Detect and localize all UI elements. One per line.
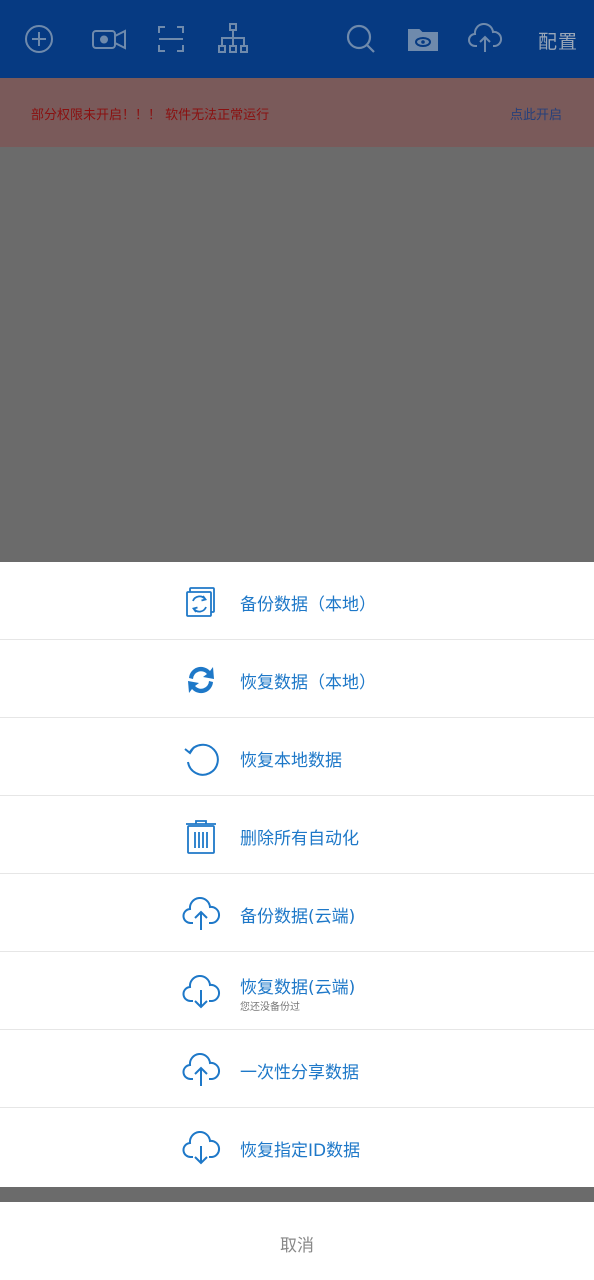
restore-local-item[interactable]: 恢复数据（本地）	[0, 640, 594, 718]
item-label: 恢复数据（本地）	[240, 673, 376, 693]
refresh-arrows-icon	[181, 660, 221, 700]
trash-icon	[181, 816, 221, 856]
cloud-upload-icon[interactable]	[466, 20, 504, 58]
item-label: 删除所有自动化	[240, 829, 359, 849]
restore-local-data-item[interactable]: 恢复本地数据	[0, 718, 594, 796]
action-sheet: 备份数据（本地） 恢复数据（本地） 恢复本地数据 删除所有自动化 备份数据(云端…	[0, 562, 594, 1187]
top-toolbar: 配置	[0, 0, 594, 78]
undo-circle-icon	[181, 738, 221, 778]
backup-sync-icon	[181, 582, 221, 622]
cloud-download-icon	[181, 972, 221, 1012]
item-label: 恢复本地数据	[240, 751, 342, 771]
restore-by-id-item[interactable]: 恢复指定ID数据	[0, 1108, 594, 1186]
config-button[interactable]: 配置	[538, 27, 578, 54]
item-label: 备份数据（本地）	[240, 595, 376, 615]
item-label: 一次性分享数据	[240, 1063, 359, 1083]
cloud-upload-icon	[181, 894, 221, 934]
cancel-label: 取消	[280, 1236, 314, 1256]
search-icon[interactable]	[342, 20, 380, 58]
backup-cloud-item[interactable]: 备份数据(云端)	[0, 874, 594, 952]
video-camera-icon[interactable]	[90, 20, 128, 58]
hierarchy-icon[interactable]	[214, 20, 252, 58]
permission-warning-banner: 部分权限未开启！！！ 软件无法正常运行 点此开启	[0, 78, 594, 147]
item-label: 备份数据(云端)	[240, 907, 356, 927]
cloud-upload-icon	[181, 1050, 221, 1090]
item-sublabel: 您还没备份过	[240, 1002, 300, 1013]
share-once-item[interactable]: 一次性分享数据	[0, 1030, 594, 1108]
restore-cloud-item[interactable]: 恢复数据(云端) 您还没备份过	[0, 952, 594, 1030]
backup-local-item[interactable]: 备份数据（本地）	[0, 562, 594, 640]
folder-eye-icon[interactable]	[404, 20, 442, 58]
delete-all-automation-item[interactable]: 删除所有自动化	[0, 796, 594, 874]
enable-permission-link[interactable]: 点此开启	[510, 104, 562, 123]
item-label: 恢复指定ID数据	[240, 1141, 361, 1161]
add-icon[interactable]	[20, 20, 58, 58]
cancel-button[interactable]: 取消	[0, 1202, 594, 1280]
scan-icon[interactable]	[152, 20, 190, 58]
warning-message: 部分权限未开启！！！ 软件无法正常运行	[31, 108, 270, 123]
sheet-divider	[0, 1187, 594, 1202]
item-label: 恢复数据(云端)	[240, 978, 356, 998]
cloud-download-icon	[181, 1128, 221, 1168]
